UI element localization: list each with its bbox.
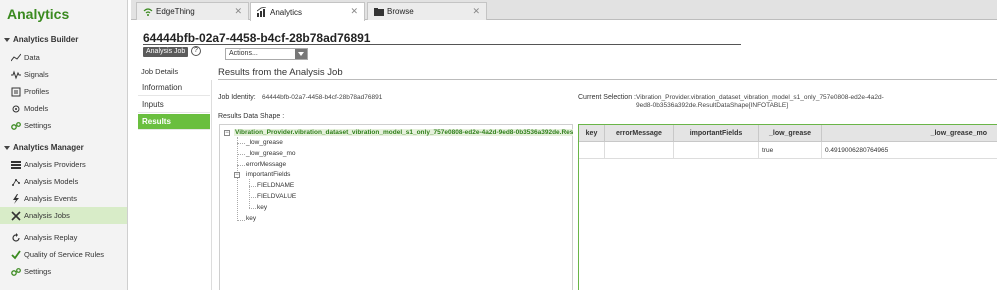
nav-item-signals[interactable]: Signals: [0, 66, 127, 83]
collapse-toggle-icon[interactable]: −: [224, 130, 230, 136]
nav-item-profiles[interactable]: Profiles: [0, 83, 127, 100]
table-cell[interactable]: [605, 142, 674, 159]
tree-connector: [237, 137, 238, 221]
tab-edgething[interactable]: EdgeThing ✕: [136, 2, 249, 20]
tab-analytics[interactable]: Analytics ✕: [250, 2, 365, 21]
current-selection-value-line2: 9ed8-0b3536a392de.ResultDataShape[INFOTA…: [636, 102, 789, 109]
nav-item-manager-settings[interactable]: Settings: [0, 263, 127, 280]
subnav-results[interactable]: Results: [138, 114, 210, 130]
left-navigation: Analytics Analytics Builder Data Signals…: [0, 0, 128, 290]
tree-connector: [249, 197, 256, 198]
tree-connector: [249, 186, 256, 187]
tree-connector: [249, 179, 250, 208]
job-details-subnav: Information Inputs Results: [138, 80, 212, 290]
subnav-inputs[interactable]: Inputs: [138, 97, 210, 113]
replay-icon: [11, 232, 21, 243]
table-cell[interactable]: true: [759, 142, 822, 159]
table-cell[interactable]: [674, 142, 759, 159]
job-identity-value: 64444bfb-02a7-4458-b4cf-28b78ad76891: [262, 94, 383, 101]
tree-root-node[interactable]: Vibration_Provider.vibration_dataset_vib…: [234, 129, 573, 136]
close-icon[interactable]: ✕: [234, 6, 242, 17]
current-selection-label: Current Selection :: [578, 94, 636, 101]
tree-node[interactable]: FIELDNAME: [257, 182, 294, 189]
tree-connector: [237, 220, 245, 221]
results-divider: [218, 79, 997, 80]
tab-browse[interactable]: Browse ✕: [367, 2, 487, 20]
checkmark-icon: [11, 249, 21, 260]
nav-item-analysis-models[interactable]: Analysis Models: [0, 173, 127, 190]
nav-item-analysis-replay[interactable]: Analysis Replay: [0, 229, 127, 246]
analytics-icon: [257, 7, 267, 17]
subnav-information[interactable]: Information: [138, 80, 210, 96]
collapse-toggle-icon[interactable]: −: [234, 172, 240, 178]
analysis-models-icon: [11, 177, 21, 187]
table-cell[interactable]: 0.4919006280764965: [822, 142, 997, 159]
settings-icon: [11, 121, 21, 131]
data-chart-icon: [11, 53, 21, 63]
tree-connector: [237, 154, 245, 155]
results-heading: Results from the Analysis Job: [218, 67, 343, 78]
entity-type-badge: Analysis Job: [143, 47, 189, 57]
tree-node[interactable]: key: [257, 204, 267, 211]
nav-item-models[interactable]: Models: [0, 100, 127, 117]
nav-item-quality-of-service-rules[interactable]: Quality of Service Rules: [0, 246, 127, 263]
app-root: Analytics Analytics Builder Data Signals…: [0, 0, 997, 290]
data-shape-tree: − Vibration_Provider.vibration_dataset_v…: [219, 124, 573, 290]
nav-item-analysis-providers[interactable]: Analysis Providers: [0, 156, 127, 173]
tree-node[interactable]: FIELDVALUE: [257, 193, 296, 200]
nav-item-analysis-events[interactable]: Analysis Events: [0, 190, 127, 207]
title-divider: [143, 44, 741, 45]
tree-node[interactable]: _low_grease_mo: [246, 150, 296, 157]
page-title: 64444bfb-02a7-4458-b4cf-28b78ad76891: [143, 31, 371, 45]
events-icon: [11, 193, 21, 204]
nav-item-analysis-jobs[interactable]: Analysis Jobs: [0, 207, 127, 224]
column-header-important-fields[interactable]: importantFields: [674, 125, 759, 142]
edgething-icon: [143, 7, 153, 17]
current-selection-value-line1: Vibration_Provider.vibration_dataset_vib…: [636, 94, 884, 101]
settings-icon: [11, 267, 21, 277]
help-icon[interactable]: ?: [191, 46, 201, 56]
tree-connector: [249, 208, 256, 209]
chevron-down-icon: [295, 49, 307, 59]
close-icon[interactable]: ✕: [350, 6, 358, 17]
tree-node[interactable]: errorMessage: [246, 161, 286, 168]
collapse-caret-icon: [4, 145, 10, 150]
providers-icon: [11, 160, 21, 170]
data-shape-label: Results Data Shape :: [218, 113, 285, 120]
analytics-manager-header[interactable]: Analytics Manager: [4, 143, 84, 152]
app-title: Analytics: [7, 6, 70, 22]
results-grid: key errorMessage importantFields _low_gr…: [578, 124, 997, 290]
column-header-low-grease[interactable]: _low_grease: [759, 125, 822, 142]
actions-dropdown[interactable]: Actions...: [225, 48, 308, 60]
table-cell[interactable]: [579, 142, 605, 159]
signals-icon: [11, 69, 21, 80]
column-header-error-message[interactable]: errorMessage: [605, 125, 674, 142]
profiles-icon: [11, 87, 21, 97]
nav-item-data[interactable]: Data: [0, 49, 127, 66]
job-details-heading: Job Details: [141, 67, 179, 76]
job-identity-label: Job Identity:: [218, 94, 256, 101]
column-header-low-grease-mo[interactable]: _low_grease_mo: [822, 125, 997, 142]
tree-connector: [237, 165, 245, 166]
tree-node[interactable]: _low_grease: [246, 139, 283, 146]
collapse-caret-icon: [4, 37, 10, 42]
tree-node[interactable]: key: [246, 215, 256, 222]
analytics-builder-header[interactable]: Analytics Builder: [4, 35, 78, 44]
close-icon[interactable]: ✕: [472, 6, 480, 17]
models-icon: [11, 104, 21, 114]
nav-item-builder-settings[interactable]: Settings: [0, 117, 127, 134]
tab-bar: EdgeThing ✕ Analytics ✕ Browse ✕: [131, 0, 997, 21]
folder-icon: [374, 7, 384, 17]
tree-node[interactable]: importantFields: [246, 171, 290, 178]
tree-connector: [237, 143, 245, 144]
jobs-icon: [11, 210, 21, 221]
column-header-key[interactable]: key: [579, 125, 605, 142]
